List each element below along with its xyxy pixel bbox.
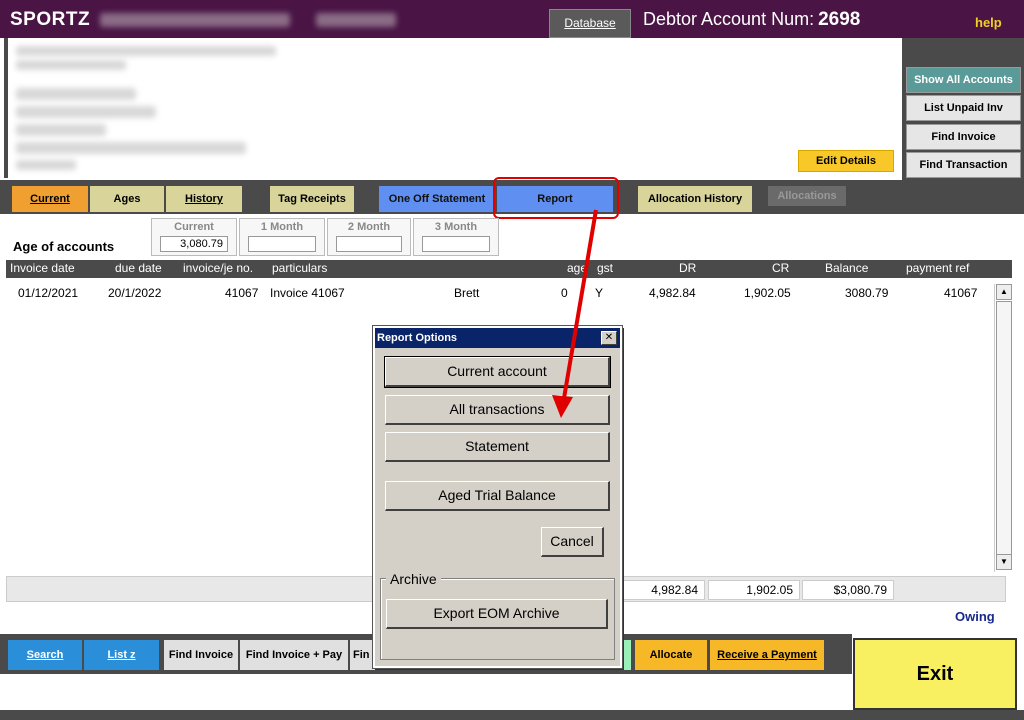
cell-gst: Y — [595, 286, 604, 300]
redacted-detail-line — [16, 160, 76, 170]
scroll-down-icon[interactable]: ▼ — [996, 554, 1012, 570]
account-actions-panel: Show All Accounts List Unpaid Inv Find I… — [902, 38, 1024, 180]
report-options-dialog: Report Options ✕ Current account All tra… — [372, 325, 623, 669]
close-icon[interactable]: ✕ — [601, 331, 617, 345]
column-header[interactable]: age — [567, 261, 587, 275]
age-bucket-value — [422, 236, 490, 252]
column-header[interactable]: DR — [679, 261, 696, 275]
tab-current[interactable]: Current — [12, 186, 88, 212]
age-bucket-2-month: 2 Month — [327, 218, 411, 256]
age-of-accounts-title: Age of accounts — [13, 239, 115, 254]
cell-payment-ref: 41067 — [944, 286, 978, 300]
age-bucket-1-month: 1 Month — [239, 218, 325, 256]
column-header[interactable]: payment ref — [906, 261, 969, 275]
find-invoice-button[interactable]: Find Invoice — [164, 640, 238, 670]
cell-due-date: 20/1/2022 — [108, 286, 162, 300]
column-header[interactable]: Invoice date — [10, 261, 75, 275]
statement-button[interactable]: Statement — [385, 432, 610, 462]
redacted-account-code — [316, 13, 396, 27]
cell-invoice-no: 41067 — [225, 286, 259, 300]
cell-name: Brett — [454, 286, 480, 300]
cell-dr: 4,982.84 — [649, 286, 696, 300]
all-transactions-button[interactable]: All transactions — [385, 395, 610, 425]
redacted-detail-line — [16, 124, 106, 136]
owing-label: Owing — [955, 609, 995, 624]
archive-group: Export EOM Archive — [380, 578, 615, 660]
hidden-button-edge[interactable] — [622, 640, 631, 670]
list-z-button[interactable]: List z — [84, 640, 159, 670]
total-balance: $3,080.79 — [802, 580, 894, 600]
scroll-thumb[interactable] — [996, 301, 1012, 557]
age-bucket-3-month: 3 Month — [413, 218, 499, 256]
scroll-up-icon[interactable]: ▲ — [996, 284, 1012, 300]
archive-group-label: Archive — [386, 571, 441, 587]
receive-payment-button[interactable]: Receive a Payment — [710, 640, 824, 670]
grid-scrollbar[interactable]: ▲ ▼ — [994, 284, 1012, 572]
debtor-account-text: Debtor Account Num: — [643, 9, 815, 29]
help-link[interactable]: help — [975, 15, 1002, 30]
redacted-detail-line — [16, 88, 136, 100]
find-invoice-pay-button[interactable]: Find Invoice + Pay — [240, 640, 348, 670]
age-bucket-label: 3 Month — [434, 221, 478, 233]
age-bucket-label: Current — [174, 221, 214, 233]
cell-particulars: Invoice 41067 — [270, 286, 345, 300]
column-header[interactable]: CR — [772, 261, 789, 275]
transactions-grid-header: Invoice date due date invoice/je no. par… — [6, 260, 1012, 278]
redacted-company-name — [100, 13, 290, 27]
age-bucket-label: 1 Month — [260, 221, 304, 233]
redacted-detail-line — [16, 46, 276, 56]
column-header[interactable]: particulars — [272, 261, 327, 275]
tab-tag-receipts[interactable]: Tag Receipts — [270, 186, 354, 212]
cell-cr: 1,902.05 — [744, 286, 791, 300]
total-cr: 1,902.05 — [708, 580, 800, 600]
tab-history[interactable]: History — [166, 186, 242, 212]
tab-one-off-statement[interactable]: One Off Statement — [379, 186, 495, 212]
column-header[interactable]: due date — [115, 261, 162, 275]
column-header[interactable]: Balance — [825, 261, 868, 275]
find-invoice-side-button[interactable]: Find Invoice — [906, 124, 1021, 150]
list-unpaid-invoices-button[interactable]: List Unpaid Inv — [906, 95, 1021, 121]
tab-ages[interactable]: Ages — [90, 186, 164, 212]
tab-allocation-history[interactable]: Allocation History — [638, 186, 752, 212]
database-button[interactable]: Database — [549, 9, 631, 38]
allocate-button[interactable]: Allocate — [635, 640, 707, 670]
tab-allocations[interactable]: Allocations — [768, 186, 846, 206]
cancel-button[interactable]: Cancel — [541, 527, 604, 557]
exit-button[interactable]: Exit — [853, 638, 1017, 710]
app-brand: SPORTZ — [10, 9, 91, 30]
cell-age: 0 — [561, 286, 568, 300]
cell-invoice-date: 01/12/2021 — [18, 286, 79, 300]
find-transaction-button[interactable]: Find Transaction — [906, 152, 1021, 178]
debtor-account-number: 2698 — [818, 9, 861, 30]
report-highlight-annotation — [493, 177, 619, 219]
current-account-button[interactable]: Current account — [384, 356, 611, 388]
age-bucket-current: Current 3,080.79 — [151, 218, 237, 256]
total-dr: 4,982.84 — [621, 580, 705, 600]
age-bucket-label: 2 Month — [347, 221, 391, 233]
redacted-detail-line — [16, 106, 156, 118]
age-bucket-value — [248, 236, 316, 252]
customer-details-panel — [4, 38, 902, 178]
redacted-detail-line — [16, 142, 246, 154]
redacted-detail-line — [16, 60, 126, 70]
age-bucket-value — [336, 236, 402, 252]
column-header[interactable]: gst — [597, 261, 613, 275]
column-header[interactable]: invoice/je no. — [183, 261, 253, 275]
bottom-border — [0, 710, 1024, 720]
show-all-accounts-button[interactable]: Show All Accounts — [906, 67, 1021, 93]
dialog-title: Report Options — [375, 328, 620, 348]
export-eom-archive-button[interactable]: Export EOM Archive — [386, 599, 608, 629]
aged-trial-balance-button[interactable]: Aged Trial Balance — [385, 481, 610, 511]
debtor-account-label: Debtor Account Num: 2698 — [643, 9, 860, 31]
cell-balance: 3080.79 — [845, 286, 889, 300]
search-button[interactable]: Search — [8, 640, 82, 670]
edit-details-button[interactable]: Edit Details — [798, 150, 894, 172]
age-bucket-value: 3,080.79 — [160, 236, 228, 252]
